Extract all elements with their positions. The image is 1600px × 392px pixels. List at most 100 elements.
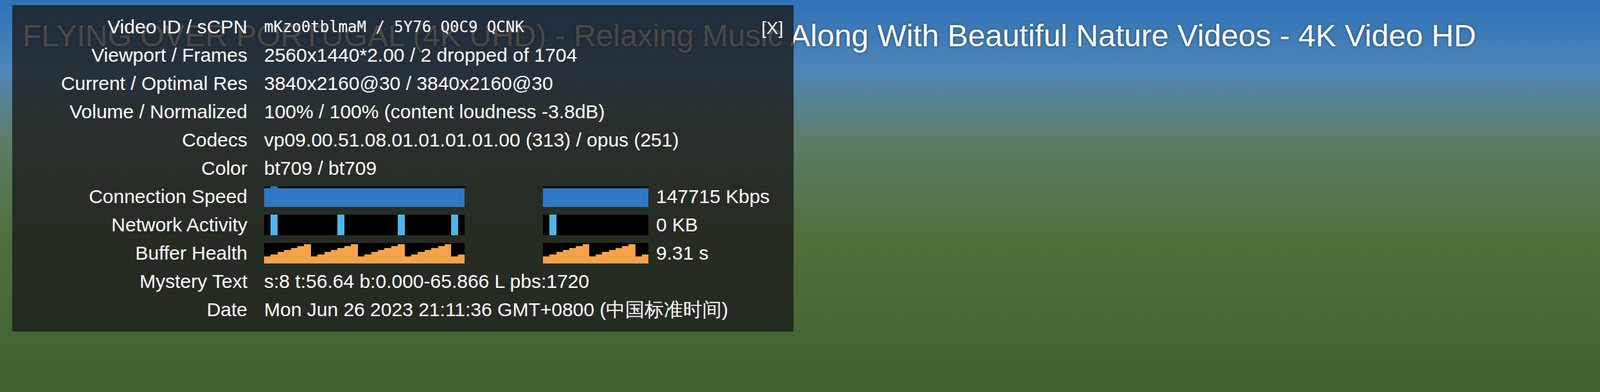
graph-bar (582, 188, 590, 207)
stats-label: Mystery Text (18, 270, 248, 293)
graph-bar (284, 249, 291, 264)
stats-row: Viewport / Frames2560x1440*2.00 / 2 drop… (18, 41, 785, 70)
stats-label: Current / Optimal Res (18, 72, 248, 95)
stats-value: Mon Jun 26 2023 21:11:36 GMT+0800 (中国标准时… (264, 296, 785, 324)
graph-bar (542, 256, 550, 264)
close-button[interactable]: [X] (761, 17, 784, 39)
graph-bar (337, 214, 344, 236)
graph-bar (270, 214, 277, 236)
graph-box (542, 186, 649, 207)
graph-bar (324, 251, 331, 264)
graph-bar (391, 188, 398, 207)
stats-row: Mystery Text s:8 t:56.64 b:0.000-65.866 L… (18, 267, 785, 296)
graph-bar (404, 188, 412, 207)
graph-bar (595, 254, 603, 264)
stats-row: Date Mon Jun 26 2023 21:11:36 GMT+0800 (中… (18, 295, 785, 324)
stats-label: Connection Speed (18, 185, 248, 208)
graph-bar (397, 244, 405, 264)
graph-bar (297, 246, 304, 264)
stats-value: 147715 Kbps (656, 185, 770, 208)
stats-label: Network Activity (18, 213, 248, 236)
graph-bar (569, 248, 576, 264)
stats-value: bt709 / bt709 (264, 157, 785, 180)
graph-bar (364, 254, 371, 264)
stats-row: Connection Speed 147715 Kbps (18, 182, 785, 211)
graph-bar (317, 254, 324, 264)
stats-label: Date (18, 298, 248, 321)
graph-bar (377, 249, 385, 264)
graph-bar (628, 188, 635, 207)
graph-bar (337, 248, 344, 264)
graph-bar (562, 249, 570, 264)
graph-bar (397, 188, 405, 207)
graph-bar (444, 244, 452, 264)
graph-bar (556, 188, 563, 207)
stats-row: Video ID / sCPNmKzo0tblmaM / 5Y76 Q0C9 Q… (18, 12, 785, 42)
graph-bar (384, 248, 391, 264)
stats-value: s:8 t:56.64 b:0.000-65.866 L pbs:1720 (264, 270, 785, 293)
graph-bar (438, 188, 445, 207)
graph-box (542, 242, 649, 264)
stats-value: 3840x2160@30 / 3840x2160@30 (264, 72, 785, 95)
graph-bar (270, 254, 277, 264)
graph-bar (628, 244, 635, 264)
graph-bar (615, 188, 623, 207)
graph-bar (350, 188, 358, 207)
graph-bar (424, 249, 432, 264)
stats-value: 100% / 100% (content loudness -3.8dB) (264, 100, 785, 123)
graph-bar (542, 188, 550, 207)
graph-bar (297, 188, 304, 207)
stats-value: 2560x1440*2.00 / 2 dropped of 1704 (264, 44, 785, 67)
stats-value: 0 KB (656, 213, 698, 236)
graph-bar (317, 188, 324, 207)
graph-bar (444, 188, 452, 207)
graph-bar (411, 254, 418, 264)
graph-bar (350, 244, 358, 264)
stats-row: Codecsvp09.00.51.08.01.01.01.01.00 (313)… (18, 125, 785, 155)
graph-bar (291, 188, 298, 207)
graph-box (264, 242, 465, 264)
stats-row: Buffer Health 9.31 s (18, 239, 785, 268)
graph-bar (458, 188, 465, 207)
graph-bar (384, 188, 391, 207)
graph-bar (641, 254, 649, 264)
graph-bar (451, 256, 458, 264)
graph-bar (635, 188, 642, 207)
graph-bar (277, 251, 285, 264)
stats-graph: 9.31 s (264, 242, 785, 265)
graph-bar (622, 188, 629, 207)
graph-box (264, 214, 465, 236)
graph-bar (391, 246, 398, 264)
stats-row: Volume / Normalized100% / 100% (content … (18, 97, 785, 126)
stats-label: Buffer Health (18, 242, 248, 265)
graph-bar (602, 188, 609, 207)
graph-bar (589, 188, 596, 207)
graph-bar (344, 188, 351, 207)
graph-bar (411, 188, 418, 207)
stats-graph: 147715 Kbps (264, 185, 785, 208)
graph-bar (404, 256, 412, 264)
graph-bar (364, 188, 371, 207)
graph-bar (303, 188, 311, 207)
graph-bar (291, 248, 298, 264)
stats-graph: 0 KB (264, 213, 785, 236)
graph-bar (303, 244, 311, 264)
graph-bar (424, 188, 432, 207)
stats-value: mKzo0tblmaM / 5Y76 Q0C9 QCNK (264, 17, 785, 36)
stats-label: Color (18, 157, 248, 180)
graph-bar (549, 214, 556, 236)
graph-bar (575, 188, 583, 207)
graph-bar (417, 251, 425, 264)
graph-bar (371, 251, 378, 264)
graph-bar (344, 246, 351, 264)
graph-bar (311, 256, 318, 264)
graph-box (542, 214, 649, 236)
graph-bar (582, 244, 590, 264)
graph-bar (615, 248, 623, 264)
graph-bar (602, 251, 609, 264)
graph-bar (270, 186, 277, 207)
graph-bar (357, 256, 365, 264)
graph-bar (609, 188, 616, 207)
video-player[interactable]: FLYING OVER PORTUGAL (4K UHD) - Relaxing… (0, 0, 1600, 392)
graph-bar (451, 188, 458, 207)
